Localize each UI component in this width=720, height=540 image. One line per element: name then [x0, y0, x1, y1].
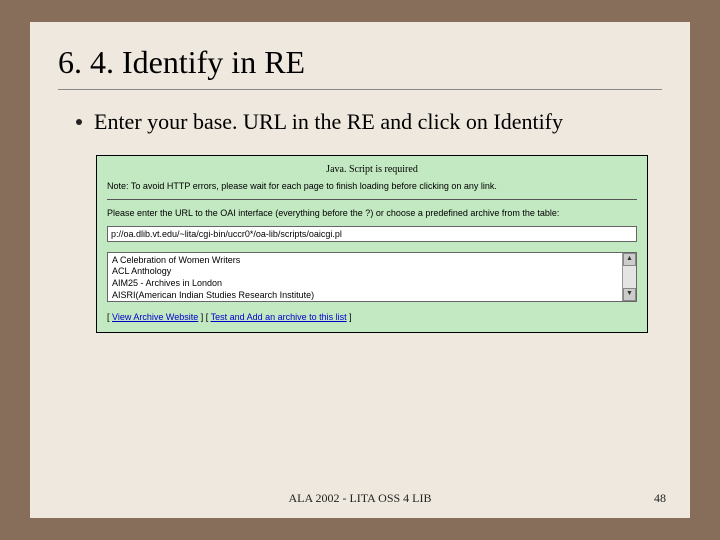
list-item[interactable]: A Celebration of Women Writers — [112, 255, 618, 267]
test-add-link[interactable]: Test and Add an archive to this list — [211, 312, 347, 322]
bullet-text: Enter your base. URL in the RE and click… — [94, 108, 563, 137]
bullet-dot-icon — [76, 119, 82, 125]
archive-listbox-items: A Celebration of Women Writers ACL Antho… — [108, 253, 622, 301]
page-number: 48 — [654, 491, 666, 506]
links-row: [ View Archive Website ] [ Test and Add … — [107, 312, 637, 322]
view-archive-link[interactable]: View Archive Website — [112, 312, 198, 322]
bullet-item: Enter your base. URL in the RE and click… — [76, 108, 662, 137]
title-divider — [58, 89, 662, 90]
note-text: Note: To avoid HTTP errors, please wait … — [107, 181, 637, 191]
list-item[interactable]: ACL Anthology — [112, 266, 618, 278]
scroll-track[interactable] — [623, 266, 636, 288]
js-required-text: Java. Script is required — [107, 164, 637, 175]
list-item[interactable]: AIM25 - Archives in London — [112, 278, 618, 290]
base-url-input[interactable] — [107, 226, 637, 242]
prompt-text: Please enter the URL to the OAI interfac… — [107, 208, 637, 218]
screenshot-embed-wrap: Java. Script is required Note: To avoid … — [96, 155, 648, 333]
scroll-down-icon[interactable]: ▼ — [623, 288, 636, 301]
screenshot-embed: Java. Script is required Note: To avoid … — [96, 155, 648, 333]
embed-divider — [107, 199, 637, 200]
listbox-scrollbar[interactable]: ▲ ▼ — [622, 253, 636, 301]
slide-title: 6. 4. Identify in RE — [58, 44, 662, 81]
archive-listbox[interactable]: A Celebration of Women Writers ACL Antho… — [107, 252, 637, 302]
slide: 6. 4. Identify in RE Enter your base. UR… — [30, 22, 690, 518]
scroll-up-icon[interactable]: ▲ — [623, 253, 636, 266]
list-item[interactable]: AISRI(American Indian Studies Research I… — [112, 290, 618, 301]
footer-text: ALA 2002 - LITA OSS 4 LIB — [30, 491, 690, 506]
